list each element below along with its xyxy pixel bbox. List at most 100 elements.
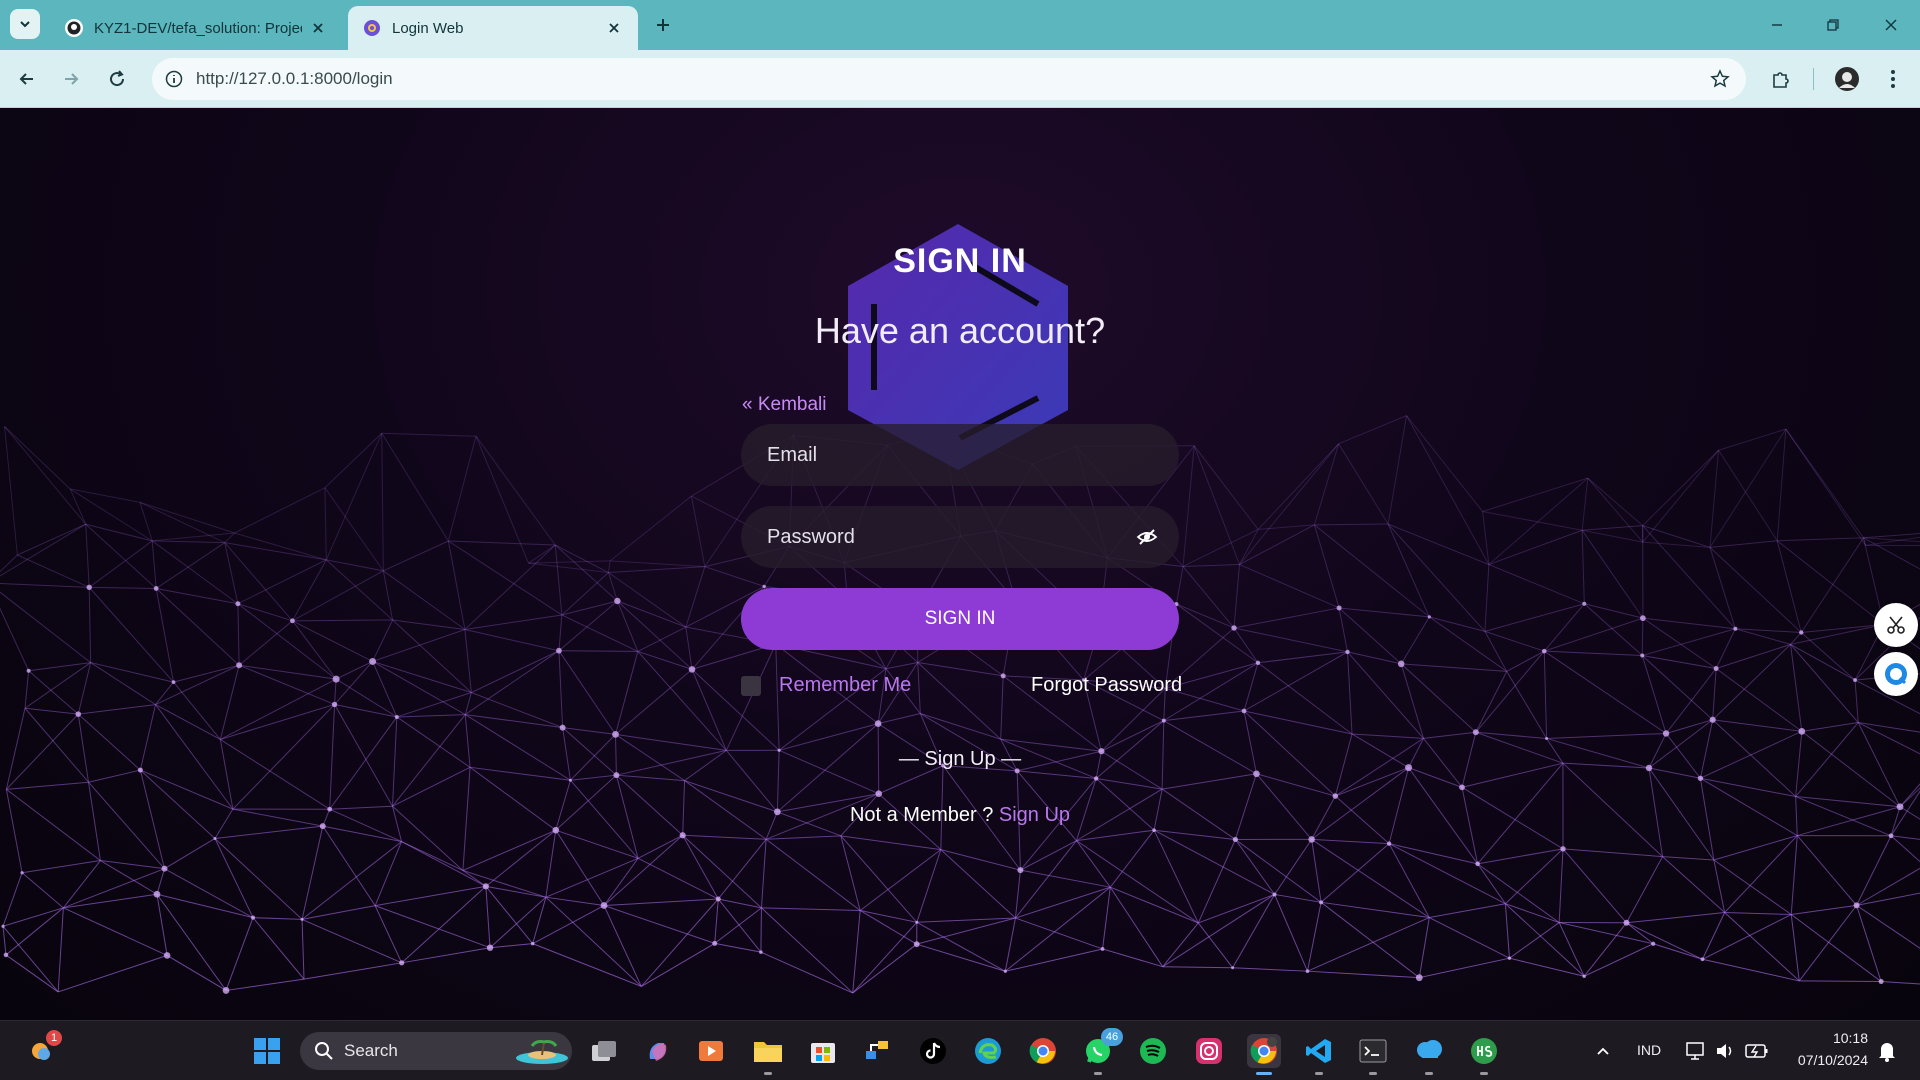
tab-github[interactable]: KYZ1-DEV/tefa_solution: Projec (50, 6, 342, 50)
close-icon (1885, 19, 1897, 31)
toolbar-divider (1813, 68, 1814, 90)
profile-avatar[interactable] (1832, 64, 1862, 94)
close-icon[interactable] (308, 18, 328, 38)
vscode-icon (1306, 1039, 1331, 1063)
more-vertical-icon (1891, 70, 1895, 88)
page-subtitle: Have an account? (814, 310, 1106, 351)
clock-time[interactable]: 10:18 (1826, 1030, 1868, 1046)
sign-up-link[interactable]: Sign Up (999, 804, 1070, 826)
back-link[interactable]: « Kembali (742, 394, 827, 416)
chrome-icon (1029, 1038, 1056, 1064)
close-icon[interactable] (604, 18, 624, 38)
cloud-app[interactable] (1412, 1034, 1446, 1075)
avatar-icon (1835, 67, 1859, 91)
sign-in-button[interactable]: SIGN IN (741, 588, 1179, 650)
folder-icon (754, 1042, 782, 1062)
terminal-icon (1359, 1039, 1387, 1063)
plus-icon (657, 19, 669, 31)
media-player-app[interactable] (694, 1034, 728, 1068)
email-field[interactable] (741, 424, 1179, 486)
tab-title: KYZ1-DEV/tefa_solution: Projec (94, 19, 302, 37)
language-indicator[interactable]: IND (1637, 1042, 1661, 1058)
forgot-password-link[interactable]: Forgot Password (1031, 674, 1182, 697)
running-indicator (1315, 1072, 1323, 1075)
tab-search-button[interactable] (10, 9, 40, 39)
battery-status[interactable] (1740, 1034, 1774, 1068)
chrome-profile-icon (1250, 1037, 1277, 1064)
eye-slash-icon[interactable] (1133, 523, 1161, 551)
remember-me-checkbox[interactable] (741, 675, 761, 696)
tab-login-web[interactable]: Login Web (348, 6, 638, 50)
restore-button[interactable] (1818, 10, 1848, 40)
spotify-icon (1140, 1038, 1166, 1064)
vscode-app[interactable] (1302, 1034, 1336, 1075)
volume-status[interactable] (1708, 1034, 1742, 1068)
browser-menu-button[interactable] (1878, 64, 1908, 94)
extensions-button[interactable] (1766, 64, 1796, 94)
start-button[interactable] (250, 1034, 284, 1068)
bookmark-star-icon[interactable] (1706, 65, 1734, 93)
minimize-button[interactable] (1762, 10, 1792, 40)
instagram-app[interactable] (1192, 1034, 1226, 1068)
url-text[interactable]: http://127.0.0.1:8000/login (196, 69, 1706, 89)
weather-widget[interactable]: 1 (24, 1030, 62, 1068)
password-input[interactable] (767, 525, 1107, 549)
terminal-app[interactable] (1356, 1034, 1390, 1075)
instagram-icon (1196, 1038, 1222, 1064)
running-indicator (1369, 1072, 1377, 1075)
network-tool-app[interactable] (860, 1034, 894, 1068)
not-member-text: Not a Member ? (849, 804, 994, 826)
remember-me[interactable]: Remember Me (741, 674, 911, 697)
microsoft-store-app[interactable] (806, 1034, 840, 1068)
windows-taskbar: 1 Search 46 IND 10:18 07/10/2024 (0, 1020, 1920, 1080)
chrome-app[interactable] (1026, 1034, 1060, 1068)
puzzle-icon (1773, 72, 1789, 88)
task-view-button[interactable] (587, 1034, 621, 1068)
address-bar[interactable]: http://127.0.0.1:8000/login (152, 58, 1746, 100)
reload-icon (110, 70, 125, 87)
file-explorer-app[interactable] (751, 1034, 785, 1075)
forward-button[interactable] (56, 64, 86, 94)
taskbar-search[interactable]: Search (300, 1032, 572, 1070)
chat-bubble-icon (1885, 663, 1907, 685)
whatsapp-app[interactable]: 46 (1081, 1028, 1123, 1075)
notifications-button[interactable] (1870, 1034, 1904, 1068)
battery-icon (1745, 1044, 1768, 1058)
spotify-app[interactable] (1136, 1034, 1170, 1068)
clock-date[interactable]: 07/10/2024 (1780, 1052, 1868, 1068)
bell-icon (1879, 1043, 1895, 1062)
edge-app[interactable] (971, 1034, 1005, 1068)
close-window-button[interactable] (1876, 10, 1906, 40)
scissors-icon (1887, 616, 1905, 634)
running-indicator (1094, 1072, 1102, 1075)
new-tab-button[interactable] (650, 12, 676, 38)
back-button[interactable] (12, 64, 42, 94)
chat-assistant-button[interactable] (1874, 652, 1918, 696)
copilot-app[interactable] (641, 1034, 675, 1068)
island-illustration-icon (516, 1040, 568, 1064)
tray-overflow-button[interactable] (1586, 1034, 1620, 1068)
password-field[interactable] (741, 506, 1179, 568)
site-info-icon[interactable] (162, 67, 186, 91)
browser-toolbar: http://127.0.0.1:8000/login (0, 50, 1920, 108)
edge-icon (975, 1038, 1001, 1064)
arrow-left-icon (19, 73, 33, 85)
task-view-icon (592, 1041, 616, 1061)
not-member-line: Not a Member ? Sign Up (0, 804, 1920, 827)
arrow-right-icon (65, 73, 79, 85)
store-icon (811, 1043, 835, 1063)
media-player-icon (699, 1041, 723, 1061)
mesh-lines (0, 415, 1920, 994)
login-page: SIGN IN Have an account? « Kembali SIGN … (0, 108, 1920, 1020)
email-input[interactable] (767, 443, 1107, 467)
running-indicator (764, 1072, 772, 1075)
tiktok-app[interactable] (916, 1034, 950, 1068)
network-tool-icon (866, 1041, 888, 1059)
screenshot-tool-button[interactable] (1874, 603, 1918, 647)
remember-me-label[interactable]: Remember Me (779, 674, 911, 697)
hs-app[interactable] (1467, 1034, 1501, 1075)
running-indicator (1480, 1072, 1488, 1075)
chrome-profile-app[interactable] (1247, 1034, 1281, 1075)
windows-logo-icon (254, 1038, 280, 1064)
reload-button[interactable] (102, 64, 132, 94)
